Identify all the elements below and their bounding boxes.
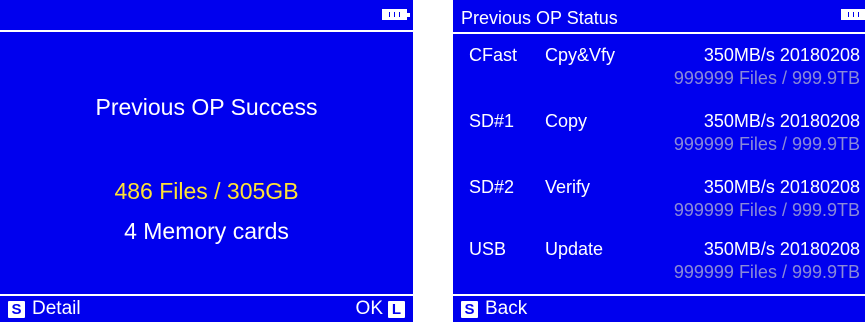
- files-summary: 486 Files / 305GB: [114, 178, 299, 204]
- header-divider: [0, 30, 413, 32]
- status-row-usb: USB Update 350MB/s 20180208 999999 Files…: [453, 232, 865, 292]
- status-row-sd2: SD#2 Verify 350MB/s 20180208 999999 File…: [453, 170, 865, 230]
- previous-op-status-screen: Previous OP Status CFast Cpy&Vfy 350MB/s…: [453, 0, 865, 322]
- header-divider: [453, 32, 865, 34]
- status-row-cfast: CFast Cpy&Vfy 350MB/s 20180208 999999 Fi…: [453, 38, 865, 98]
- memory-cards-count: 4 Memory cards: [124, 218, 289, 244]
- s-key-icon[interactable]: S: [8, 301, 25, 318]
- operation-label: Cpy&Vfy: [545, 45, 616, 65]
- operation-label: Verify: [545, 177, 591, 197]
- device-label: USB: [469, 239, 507, 259]
- l-key-icon[interactable]: L: [388, 301, 405, 318]
- device-label: SD#2: [469, 177, 515, 197]
- files-size: 999999 Files / 999.9TB: [673, 134, 860, 154]
- speed-date: 350MB/s 20180208: [703, 239, 860, 259]
- device-label: CFast: [469, 45, 518, 65]
- s-key-icon[interactable]: S: [461, 301, 478, 318]
- right-footer: S Back: [453, 296, 865, 322]
- speed-date: 350MB/s 20180208: [703, 177, 860, 197]
- left-footer: S Detail OK L: [0, 296, 413, 322]
- battery-icon: [382, 9, 410, 20]
- ok-button[interactable]: OK: [356, 296, 383, 322]
- files-size: 999999 Files / 999.9TB: [673, 200, 860, 220]
- operation-label: Copy: [545, 111, 588, 131]
- op-status-title: Previous OP Status: [461, 8, 618, 28]
- op-result-title: Previous OP Success: [95, 94, 318, 120]
- battery-icon: [841, 9, 865, 20]
- files-size: 999999 Files / 999.9TB: [673, 262, 860, 282]
- speed-date: 350MB/s 20180208: [703, 45, 860, 65]
- status-row-sd1: SD#1 Copy 350MB/s 20180208 999999 Files …: [453, 104, 865, 164]
- operation-label: Update: [545, 239, 604, 259]
- device-label: SD#1: [469, 111, 515, 131]
- detail-button[interactable]: Detail: [32, 296, 81, 322]
- previous-op-success-screen: Previous OP Success 486 Files / 305GB 4 …: [0, 0, 413, 322]
- speed-date: 350MB/s 20180208: [703, 111, 860, 131]
- back-button[interactable]: Back: [485, 296, 527, 322]
- files-size: 999999 Files / 999.9TB: [673, 68, 860, 88]
